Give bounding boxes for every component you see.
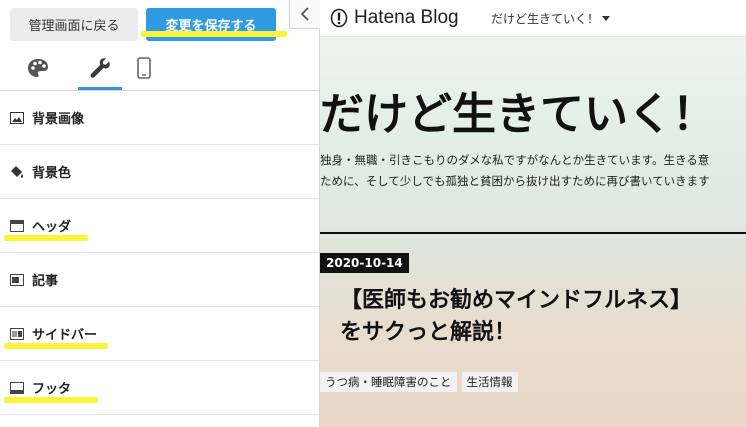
category-tag[interactable]: 生活情報 [461,372,518,392]
menu-item-sidebar[interactable]: サイドバー [0,307,319,361]
tab-smartphone[interactable] [122,48,166,88]
blog-selector[interactable]: だけど生きていく！ [491,10,611,27]
tab-design[interactable] [16,48,60,88]
highlight-mark [4,343,108,349]
collapse-panel-button[interactable] [289,0,320,29]
entry-title[interactable]: 【医師もお勧めマインドフルネス】 をサクっと解説！ [340,285,692,349]
blog-description: 独身・無職・引きこもりのダメな私ですがなんとか生きています。生きる意 ために、そ… [320,150,746,192]
menu-item-label: フッタ [32,382,72,397]
menu-item-label: サイドバー [32,328,98,343]
hatena-topbar: Hatena Blog だけど生きていく！ [320,0,746,37]
highlight-mark [141,31,287,37]
menu-item-background-color[interactable]: 背景色 [0,145,319,199]
description-line: 独身・無職・引きこもりのダメな私ですがなんとか生きています。生きる意 [320,153,710,167]
layout-article-icon [10,273,24,287]
highlight-mark [4,235,88,241]
smartphone-icon [137,57,151,79]
tab-customize[interactable] [78,48,122,90]
settings-tabs [0,48,319,91]
blog-selector-label: だけど生きていく！ [491,12,600,26]
hatena-blog-logo[interactable]: Hatena Blog [330,7,459,29]
entry-categories: うつ病・睡眠障害のこと 生活情報 [320,372,523,392]
entry-date[interactable]: 2020-10-14 [320,253,409,273]
menu-item-article[interactable]: 記事 [0,253,319,307]
palette-icon [28,59,48,77]
category-tag[interactable]: うつ病・睡眠障害のこと [320,372,457,392]
menu-item-background-image[interactable]: 背景画像 [0,91,319,145]
menu-item-label: 記事 [32,274,59,289]
menu-item-label: ヘッダ [32,220,72,235]
layout-footer-icon [10,381,24,395]
description-line: ために、そして少しでも孤独と貧困から抜け出すために再び書いていきます [320,174,710,188]
hatena-logo-icon [330,8,348,28]
back-to-dashboard-button[interactable]: 管理画面に戻る [10,8,138,41]
chevron-left-icon [300,7,309,21]
design-settings-panel: 管理画面に戻る 変更を保存する 背景画像 背景色 ヘッダ 記事 サイドバー フッ… [0,0,320,427]
blog-title[interactable]: だけど生きていく！ [320,78,716,142]
layout-header-icon [10,219,24,233]
customize-menu: 背景画像 背景色 ヘッダ 記事 サイドバー フッタ [0,91,319,415]
layout-sidebar-icon [10,327,24,341]
blog-preview: Hatena Blog だけど生きていく！ だけど生きていく！ 独身・無職・引き… [320,0,746,427]
image-icon [10,111,24,125]
entry-title-line: 【医師もお勧めマインドフルネス】 [340,288,693,313]
menu-item-label: 背景画像 [32,112,85,127]
brand-name: Hatena Blog [354,7,459,28]
menu-item-header[interactable]: ヘッダ [0,199,319,253]
wrench-icon [90,57,110,78]
menu-item-label: 背景色 [32,166,72,181]
paint-bucket-icon [10,165,24,179]
caret-down-icon [602,15,611,21]
header-divider [320,232,746,234]
menu-item-footer[interactable]: フッタ [0,361,319,415]
entry-title-line: をサクっと解説！ [340,320,517,345]
highlight-mark [4,397,98,403]
